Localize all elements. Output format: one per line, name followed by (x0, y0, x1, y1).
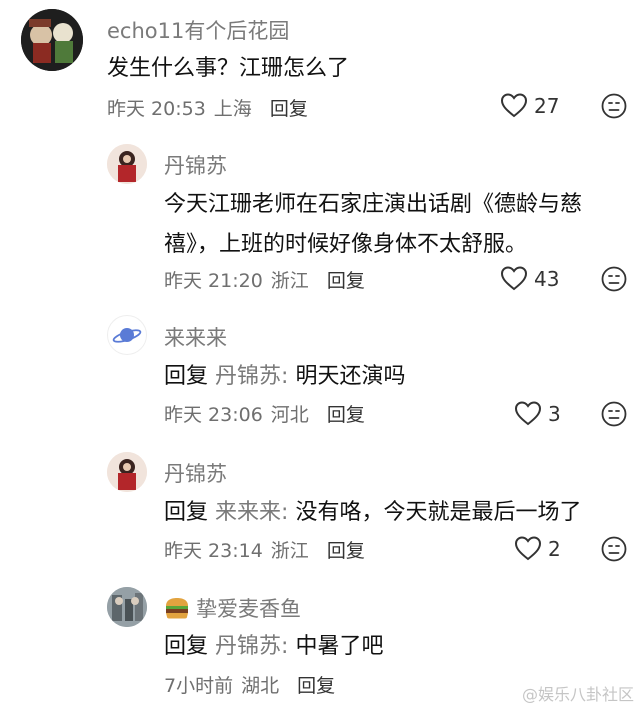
reply-button[interactable]: 回复 (297, 675, 335, 697)
comment-meta: 昨天 23:06 河北 回复 (164, 400, 373, 427)
comment-text: 回复 丹锦苏: 中暑了吧 (164, 628, 383, 665)
comment-meta: 7小时前 湖北 回复 (164, 671, 343, 698)
username[interactable]: 丹锦苏 (164, 150, 227, 180)
like-count: 3 (548, 401, 561, 426)
reply-button[interactable]: 回复 (327, 270, 365, 292)
timestamp: 昨天 23:06 (164, 404, 263, 426)
like-button[interactable]: 3 (514, 401, 561, 426)
username[interactable]: 来来来 (164, 322, 227, 352)
reply-text: 中暑了吧 (295, 634, 384, 659)
reply-text: 明天还演吗 (295, 364, 406, 389)
reply-text: 没有咯，今天就是最后一场了 (295, 500, 582, 525)
reply-button[interactable]: 回复 (327, 540, 365, 562)
like-count: 27 (534, 93, 560, 118)
frown-face-icon (601, 401, 627, 427)
timestamp: 昨天 21:20 (164, 270, 263, 292)
heart-outline-icon (514, 401, 542, 426)
location: 湖北 (241, 675, 280, 697)
username[interactable]: 挚爱麦香鱼 (164, 593, 301, 624)
like-button[interactable]: 43 (500, 266, 559, 291)
dislike-button[interactable] (601, 266, 627, 292)
frown-face-icon (601, 266, 627, 292)
dislike-button[interactable] (601, 401, 627, 427)
location: 河北 (270, 404, 309, 426)
comment-text: 回复 丹锦苏: 明天还演吗 (164, 358, 405, 395)
planet-icon (112, 328, 142, 343)
comment-text-line-2: 禧》，上班的时候好像身体不太舒服。 (164, 232, 528, 257)
username[interactable]: 丹锦苏 (164, 458, 227, 488)
comment-text-line-1: 今天江珊老师在石家庄演出话剧《德龄与慈 (164, 192, 583, 217)
timestamp: 昨天 23:14 (164, 540, 263, 562)
dislike-button[interactable] (601, 536, 627, 562)
reply-target[interactable]: 丹锦苏: (215, 364, 288, 389)
like-count: 43 (534, 266, 560, 291)
comment-text: 发生什么事？江珊怎么了 (107, 56, 350, 81)
reply-prefix: 回复 (164, 500, 209, 525)
frown-face-icon (601, 536, 627, 562)
location: 浙江 (270, 540, 309, 562)
avatar[interactable] (107, 452, 147, 492)
comment-meta: 昨天 23:14 浙江 回复 (164, 536, 373, 563)
like-button[interactable]: 2 (514, 536, 561, 561)
comment-meta: 昨天 20:53 上海 回复 (107, 94, 316, 121)
reply-button[interactable]: 回复 (270, 98, 308, 120)
timestamp: 7小时前 (164, 675, 234, 697)
avatar[interactable] (107, 587, 147, 627)
reply-target[interactable]: 丹锦苏: (215, 634, 288, 659)
avatar[interactable] (107, 144, 147, 184)
burger-emoji-icon (164, 597, 190, 624)
like-count: 2 (548, 536, 561, 561)
location: 上海 (213, 98, 252, 120)
username[interactable]: echo11有个后花园 (107, 15, 289, 45)
username-text: 挚爱麦香鱼 (196, 597, 301, 621)
watermark: @娱乐八卦社区 (522, 681, 634, 705)
heart-outline-icon (514, 536, 542, 561)
comment-text: 回复 来来来: 没有咯，今天就是最后一场了 (164, 494, 581, 531)
location: 浙江 (270, 270, 309, 292)
avatar[interactable] (21, 9, 83, 71)
heart-outline-icon (500, 93, 528, 118)
avatar[interactable] (107, 315, 147, 355)
reply-target[interactable]: 来来来: (215, 500, 288, 525)
heart-outline-icon (500, 266, 528, 291)
comment-meta: 昨天 21:20 浙江 回复 (164, 266, 373, 293)
dislike-button[interactable] (601, 93, 627, 119)
reply-prefix: 回复 (164, 634, 209, 659)
reply-prefix: 回复 (164, 364, 209, 389)
frown-face-icon (601, 93, 627, 119)
reply-button[interactable]: 回复 (327, 404, 365, 426)
timestamp: 昨天 20:53 (107, 98, 206, 120)
like-button[interactable]: 27 (500, 93, 559, 118)
watermark-text: @娱乐八卦社区 (521, 685, 634, 704)
